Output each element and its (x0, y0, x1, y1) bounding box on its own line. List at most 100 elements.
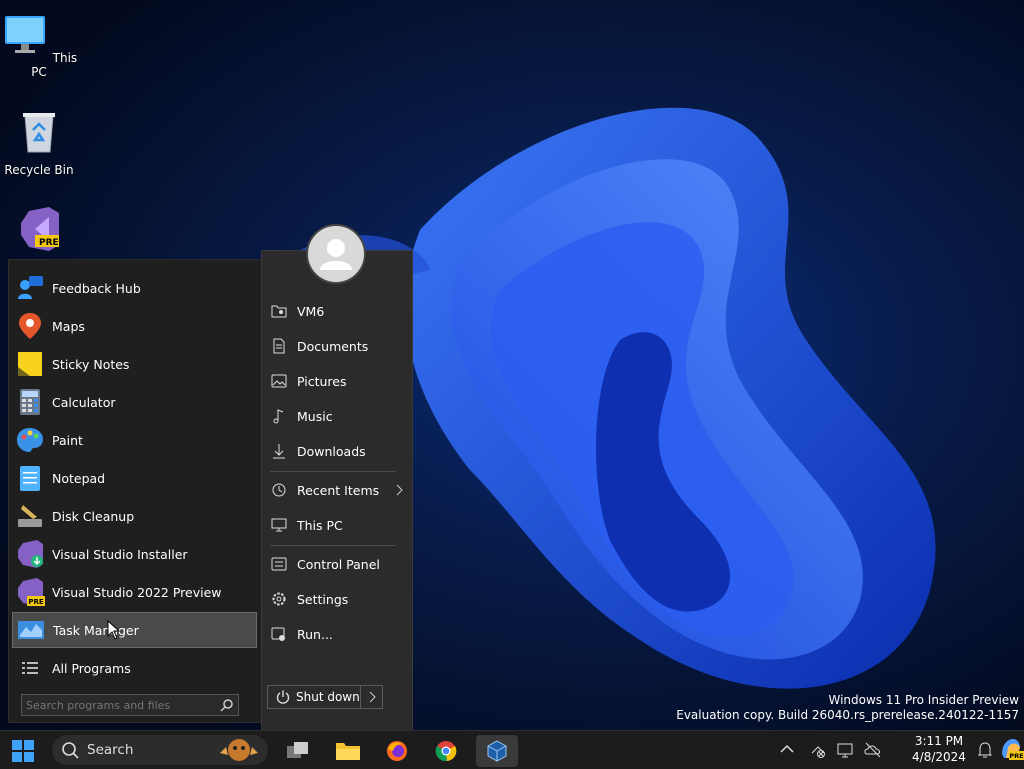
picture-icon (271, 374, 287, 388)
clock-time: 3:11 PM (914, 734, 964, 748)
link-pictures[interactable]: Pictures (270, 366, 404, 396)
program-search-input[interactable] (22, 697, 218, 713)
program-disk-cleanup[interactable]: Disk Cleanup (12, 498, 257, 534)
network-disconnected-icon[interactable] (809, 741, 827, 759)
desktop-icon-recycle-bin[interactable]: Recycle Bin (0, 108, 79, 177)
start-menu: Feedback Hub Maps Sticky Notes Calculato… (0, 224, 413, 731)
system-clock[interactable]: 3:11 PM 4/8/2024 (908, 733, 970, 765)
program-notepad[interactable]: Notepad (12, 460, 257, 496)
shutdown-button-group: Shut down (267, 685, 383, 709)
search-icon (62, 742, 79, 759)
link-label: Control Panel (297, 556, 380, 572)
watermark-line: Evaluation copy. Build 26040.rs_prerelea… (676, 708, 1019, 722)
link-control-panel[interactable]: Control Panel (270, 549, 404, 579)
computer-icon (271, 518, 287, 532)
link-label: VM6 (297, 303, 325, 319)
shutdown-label: Shut down (296, 690, 360, 704)
calculator-icon (20, 389, 40, 415)
link-label: Settings (297, 591, 349, 607)
onedrive-offline-icon[interactable] (863, 741, 883, 759)
search-highlight-icon (220, 739, 258, 761)
taskbar-virtualbox[interactable] (476, 735, 518, 767)
gear-icon (272, 592, 286, 606)
program-label: All Programs (52, 660, 131, 676)
link-this-pc[interactable]: This PC (270, 510, 404, 540)
link-recent-items[interactable]: Recent Items (270, 475, 404, 505)
program-paint[interactable]: Paint (12, 422, 257, 458)
document-icon (273, 338, 285, 354)
taskbar-search[interactable]: Search (52, 735, 268, 765)
separator (270, 471, 396, 472)
firefox-icon (387, 741, 407, 761)
program-all-programs[interactable]: All Programs (12, 650, 257, 686)
link-downloads[interactable]: Downloads (270, 436, 404, 466)
desktop-icon-this-pc[interactable]: This PC (0, 10, 79, 79)
program-label: Feedback Hub (52, 280, 141, 296)
chevron-up-icon[interactable] (780, 744, 794, 754)
search-icon[interactable] (220, 698, 234, 712)
shutdown-options-button[interactable] (361, 686, 382, 708)
maps-icon (19, 313, 41, 339)
virtualbox-icon (487, 740, 507, 762)
shutdown-button[interactable]: Shut down (268, 686, 361, 708)
link-label: Recent Items (297, 482, 380, 498)
copilot-preview-icon[interactable]: PRE (998, 736, 1024, 762)
program-label: Visual Studio 2022 Preview (52, 584, 222, 600)
link-label: Music (297, 408, 333, 424)
program-label: Paint (52, 432, 83, 448)
pre-badge: PRE (28, 598, 44, 606)
chevron-right-icon (396, 484, 403, 496)
program-calculator[interactable]: Calculator (12, 384, 257, 420)
file-explorer-icon (336, 743, 360, 760)
desktop-icon-label: Recycle Bin (4, 163, 74, 177)
link-label: Downloads (297, 443, 366, 459)
program-label: Notepad (52, 470, 106, 486)
program-maps[interactable]: Maps (12, 308, 257, 344)
system-tray: 3:11 PM 4/8/2024 PRE (774, 731, 1024, 769)
recycle-bin-icon (23, 113, 55, 153)
program-search-box[interactable] (21, 694, 239, 716)
display-icon[interactable] (836, 741, 854, 759)
link-music[interactable]: Music (270, 401, 404, 431)
notification-bell-icon[interactable] (977, 741, 993, 759)
taskbar-search-label: Search (87, 742, 134, 758)
link-label: Documents (297, 338, 369, 354)
link-run[interactable]: Run... (270, 619, 404, 649)
start-menu-links-pane: VM6 Documents Pictures Music Downloads R… (261, 224, 413, 731)
run-icon (271, 627, 285, 641)
program-feedback-hub[interactable]: Feedback Hub (12, 270, 257, 306)
chevron-right-icon (369, 691, 376, 703)
link-label: Pictures (297, 373, 347, 389)
visual-studio-preview-icon: PRE (18, 578, 45, 606)
taskbar-file-explorer[interactable] (332, 735, 364, 767)
program-label: Visual Studio Installer (52, 546, 188, 562)
pre-badge: PRE (39, 238, 59, 248)
mouse-cursor-icon (107, 620, 121, 640)
recent-items-icon (272, 483, 286, 497)
visual-studio-installer-icon (18, 540, 43, 568)
user-folder-icon (271, 305, 287, 318)
program-sticky-notes[interactable]: Sticky Notes (12, 346, 257, 382)
clock-date: 4/8/2024 (912, 750, 966, 764)
taskbar-chrome[interactable] (430, 735, 462, 767)
paint-icon (17, 428, 43, 452)
task-view-icon (287, 742, 308, 758)
program-label: Sticky Notes (52, 356, 130, 372)
watermark-line: Windows 11 Pro Insider Preview (828, 693, 1019, 707)
program-label: Task Manager (53, 622, 139, 638)
user-avatar[interactable] (306, 224, 366, 284)
program-visual-studio-2022-preview[interactable]: PRE Visual Studio 2022 Preview (12, 574, 257, 610)
taskbar-firefox[interactable] (381, 735, 413, 767)
sticky-notes-icon (18, 352, 42, 376)
program-label: Disk Cleanup (52, 508, 135, 524)
link-documents[interactable]: Documents (270, 331, 404, 361)
control-panel-icon (271, 557, 287, 571)
program-list: Feedback Hub Maps Sticky Notes Calculato… (8, 259, 262, 723)
link-settings[interactable]: Settings (270, 584, 404, 614)
program-label: Calculator (52, 394, 116, 410)
taskbar-task-view[interactable] (282, 735, 314, 767)
link-user-folder[interactable]: VM6 (270, 296, 404, 326)
start-button[interactable] (7, 735, 39, 767)
program-task-manager[interactable]: Task Manager (12, 612, 257, 648)
program-visual-studio-installer[interactable]: Visual Studio Installer (12, 536, 257, 572)
